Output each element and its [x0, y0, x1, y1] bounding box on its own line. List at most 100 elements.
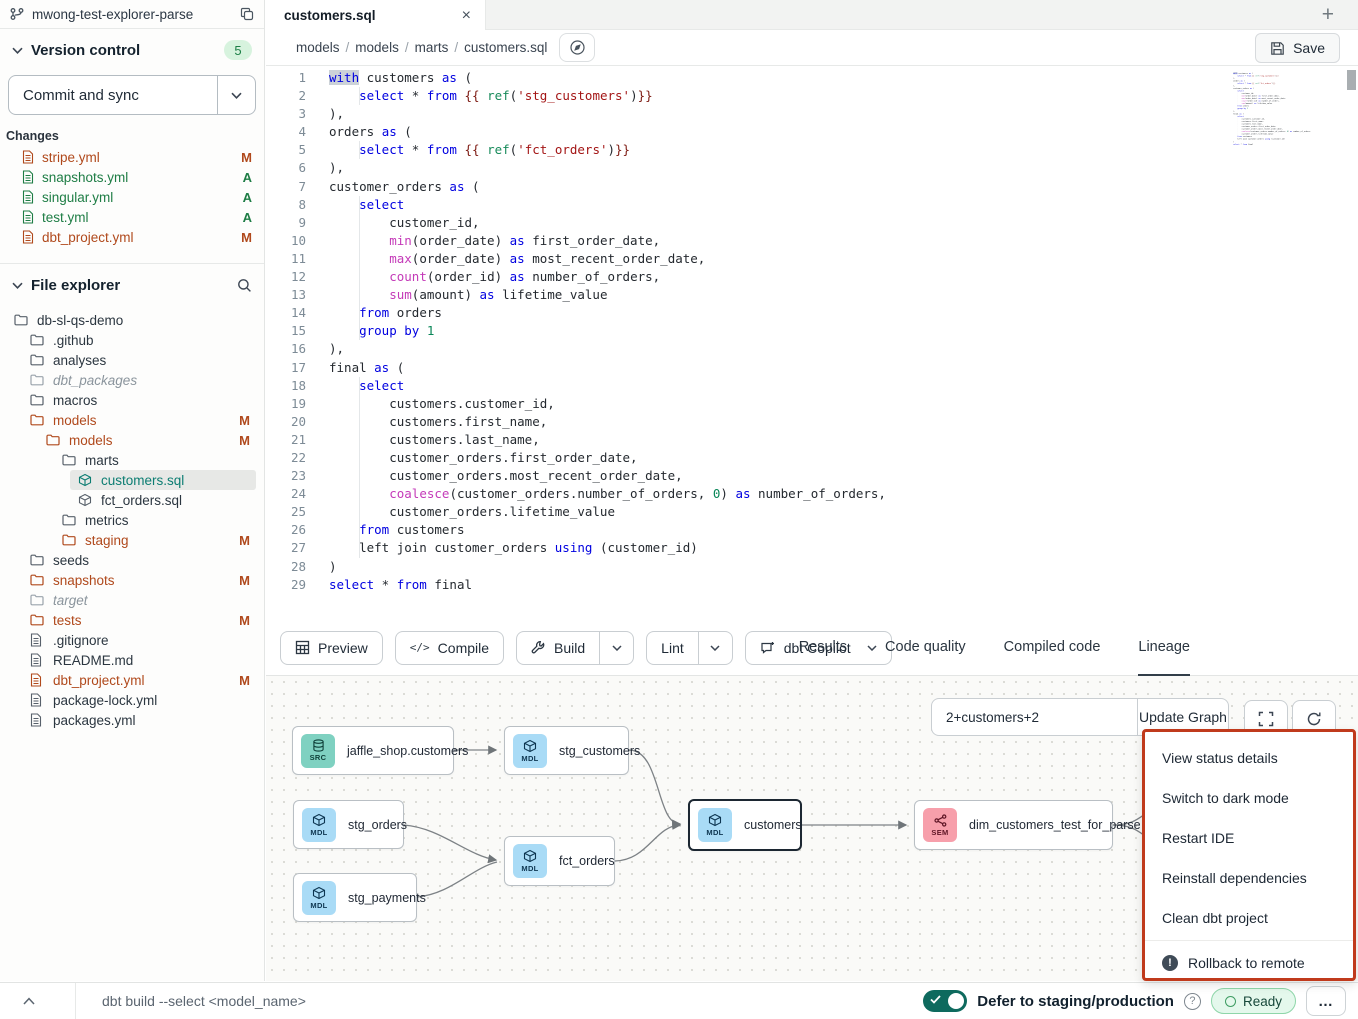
lineage-node[interactable]: MDLfct_orders: [504, 836, 615, 886]
breadcrumb-segment[interactable]: models: [355, 40, 399, 55]
breadcrumb-segment[interactable]: customers.sql: [464, 40, 547, 55]
lint-options-chevron[interactable]: [698, 632, 732, 664]
code-line[interactable]: 3),: [266, 105, 1358, 123]
editor-scrollbar[interactable]: [1347, 68, 1356, 618]
version-control-header[interactable]: Version control 5: [0, 35, 264, 65]
file-tree-item[interactable]: .github: [0, 330, 264, 350]
code-line[interactable]: 22 customer_orders.first_order_date,: [266, 449, 1358, 467]
code-line[interactable]: 23 customer_orders.most_recent_order_dat…: [266, 467, 1358, 485]
more-options-button[interactable]: …: [1306, 986, 1346, 1016]
expand-command-bar-button[interactable]: [0, 983, 76, 1019]
file-tree-item[interactable]: packages.yml: [0, 710, 264, 730]
file-tree-item[interactable]: dbt_packages: [0, 370, 264, 390]
code-line[interactable]: 29select * from final: [266, 576, 1358, 594]
code-line[interactable]: 20 customers.first_name,: [266, 413, 1358, 431]
locate-in-tree-button[interactable]: [559, 33, 595, 62]
file-tree-item[interactable]: modelsM: [0, 410, 264, 430]
lineage-node[interactable]: SEMdim_customers_test_for_parse: [914, 800, 1113, 850]
change-item[interactable]: stripe.ymlM: [0, 147, 264, 167]
save-button[interactable]: Save: [1255, 33, 1340, 63]
change-item[interactable]: test.ymlA: [0, 207, 264, 227]
code-line[interactable]: 24 coalesce(customer_orders.number_of_or…: [266, 485, 1358, 503]
change-item[interactable]: singular.ymlA: [0, 187, 264, 207]
menu-item-rollback-to-remote[interactable]: !Rollback to remote: [1145, 943, 1353, 983]
file-tree-item[interactable]: metrics: [0, 510, 264, 530]
copy-icon[interactable]: [240, 7, 254, 21]
code-line[interactable]: 26 from customers: [266, 521, 1358, 539]
code-line[interactable]: 6),: [266, 159, 1358, 177]
file-tree-item[interactable]: target: [0, 590, 264, 610]
file-tree-item[interactable]: .gitignore: [0, 630, 264, 650]
breadcrumb-segment[interactable]: marts: [415, 40, 449, 55]
tab-code-quality[interactable]: Code quality: [885, 620, 966, 676]
close-icon[interactable]: ×: [462, 8, 471, 24]
code-editor[interactable]: 1with customers as (2 select * from {{ r…: [266, 66, 1358, 620]
menu-item-reinstall-dependencies[interactable]: Reinstall dependencies: [1145, 858, 1353, 898]
code-line[interactable]: 11 max(order_date) as most_recent_order_…: [266, 250, 1358, 268]
lineage-node[interactable]: MDLcustomers: [688, 799, 802, 851]
file-tree-item[interactable]: db-sl-qs-demo: [0, 310, 264, 330]
command-input-placeholder[interactable]: dbt build --select <model_name>: [102, 993, 306, 1009]
code-line[interactable]: 19 customers.customer_id,: [266, 395, 1358, 413]
code-line[interactable]: 4orders as (: [266, 123, 1358, 141]
file-tree-item[interactable]: testsM: [0, 610, 264, 630]
file-tree-item[interactable]: customers.sql: [0, 470, 264, 490]
code-line[interactable]: 28): [266, 558, 1358, 576]
code-line[interactable]: 8 select: [266, 196, 1358, 214]
code-line[interactable]: 1with customers as (: [266, 69, 1358, 87]
tab-lineage[interactable]: Lineage: [1138, 620, 1190, 676]
lineage-node[interactable]: MDLstg_orders: [293, 800, 404, 849]
lineage-node[interactable]: MDLstg_customers: [504, 726, 629, 775]
file-tree-item[interactable]: snapshotsM: [0, 570, 264, 590]
code-line[interactable]: 18 select: [266, 377, 1358, 395]
commit-options-chevron[interactable]: [217, 76, 255, 114]
file-tree-item[interactable]: seeds: [0, 550, 264, 570]
code-line[interactable]: 14 from orders: [266, 304, 1358, 322]
change-item[interactable]: snapshots.ymlA: [0, 167, 264, 187]
lint-button[interactable]: Lint: [646, 631, 733, 665]
new-tab-button[interactable]: +: [1322, 0, 1334, 30]
tab-results[interactable]: Results: [799, 620, 847, 676]
compile-button[interactable]: </> Compile: [395, 631, 504, 665]
defer-toggle[interactable]: [923, 990, 967, 1012]
status-ready-pill[interactable]: Ready: [1211, 988, 1296, 1014]
menu-item-switch-to-dark-mode[interactable]: Switch to dark mode: [1145, 778, 1353, 818]
lineage-search-input[interactable]: [932, 699, 1137, 735]
file-explorer-header[interactable]: File explorer: [0, 268, 264, 302]
file-tree-item[interactable]: modelsM: [0, 430, 264, 450]
file-tree-item[interactable]: dbt_project.ymlM: [0, 670, 264, 690]
file-tree-item[interactable]: marts: [0, 450, 264, 470]
lineage-node[interactable]: MDLstg_payments: [293, 873, 417, 922]
menu-item-restart-ide[interactable]: Restart IDE: [1145, 818, 1353, 858]
build-button[interactable]: Build: [516, 631, 634, 665]
build-options-chevron[interactable]: [599, 632, 633, 664]
code-line[interactable]: 16),: [266, 340, 1358, 358]
tab-compiled-code[interactable]: Compiled code: [1004, 620, 1101, 676]
file-tree-item[interactable]: stagingM: [0, 530, 264, 550]
menu-item-view-status-details[interactable]: View status details: [1145, 738, 1353, 778]
file-tree-item[interactable]: analyses: [0, 350, 264, 370]
code-line[interactable]: 9 customer_id,: [266, 214, 1358, 232]
change-item[interactable]: dbt_project.ymlM: [0, 227, 264, 247]
menu-item-clean-dbt-project[interactable]: Clean dbt project: [1145, 898, 1353, 938]
code-line[interactable]: 7customer_orders as (: [266, 178, 1358, 196]
tab-customers-sql[interactable]: customers.sql ×: [266, 0, 486, 31]
code-line[interactable]: 13 sum(amount) as lifetime_value: [266, 286, 1358, 304]
code-line[interactable]: 21 customers.last_name,: [266, 431, 1358, 449]
file-tree-item[interactable]: README.md: [0, 650, 264, 670]
preview-button[interactable]: Preview: [280, 631, 383, 665]
code-line[interactable]: 25 customer_orders.lifetime_value: [266, 503, 1358, 521]
help-icon[interactable]: ?: [1184, 993, 1201, 1010]
code-line[interactable]: 17final as (: [266, 359, 1358, 377]
lineage-panel[interactable]: SRCjaffle_shop.customersMDLstg_customers…: [266, 676, 1358, 981]
breadcrumb-segment[interactable]: models: [296, 40, 340, 55]
code-line[interactable]: 2 select * from {{ ref('stg_customers')}…: [266, 87, 1358, 105]
code-line[interactable]: 10 min(order_date) as first_order_date,: [266, 232, 1358, 250]
code-line[interactable]: 27 left join customer_orders using (cust…: [266, 539, 1358, 557]
code-line[interactable]: 12 count(order_id) as number_of_orders,: [266, 268, 1358, 286]
commit-and-sync-button[interactable]: Commit and sync: [8, 75, 256, 115]
code-line[interactable]: 5 select * from {{ ref('fct_orders')}}: [266, 141, 1358, 159]
file-tree-item[interactable]: fct_orders.sql: [0, 490, 264, 510]
file-tree-item[interactable]: package-lock.yml: [0, 690, 264, 710]
search-icon[interactable]: [237, 278, 252, 293]
